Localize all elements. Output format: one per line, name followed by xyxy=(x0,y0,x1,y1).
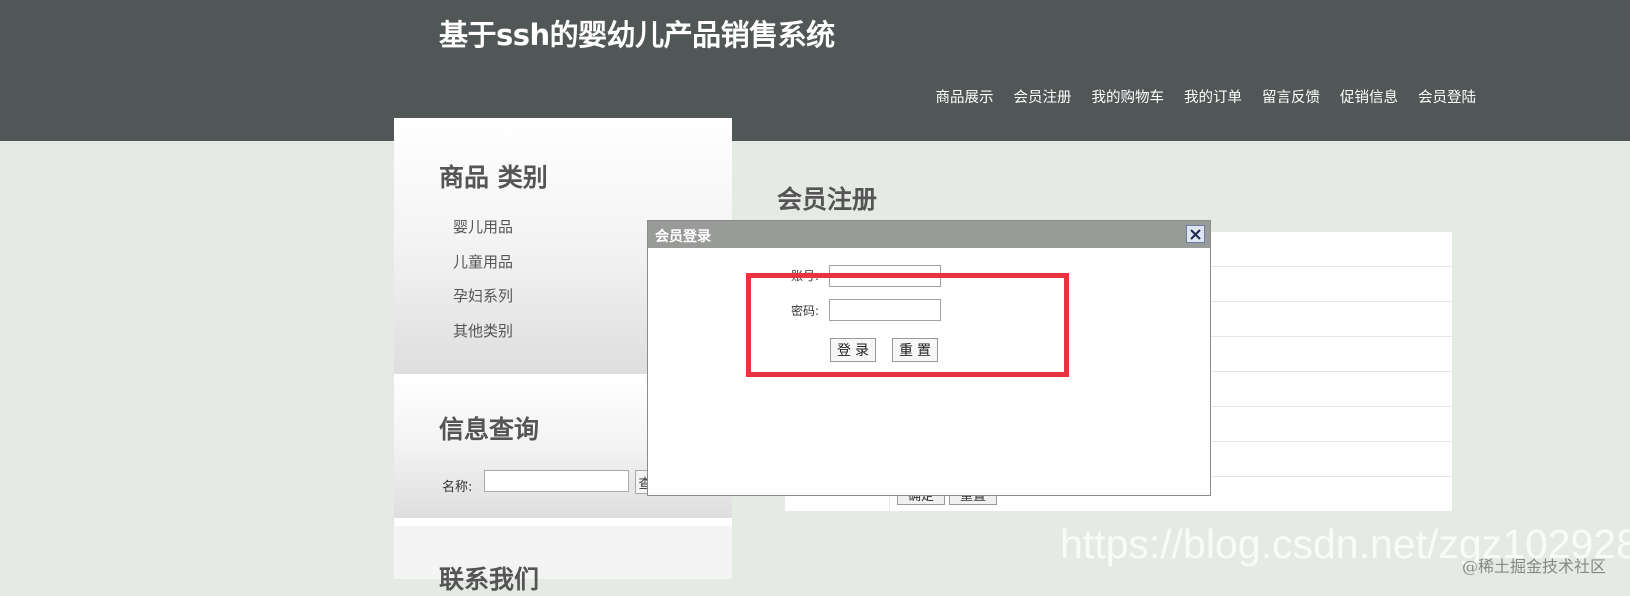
close-icon xyxy=(1190,228,1201,240)
dialog-title: 会员登录 xyxy=(655,229,711,245)
page-title: 会员注册 xyxy=(777,185,878,214)
site-title: 基于ssh的婴幼儿产品销售系统 xyxy=(439,18,835,52)
dialog-titlebar[interactable]: 会员登录 xyxy=(648,221,1210,248)
search-label: 名称: xyxy=(442,480,473,495)
watermark-site: @稀土掘金技术社区 xyxy=(1462,557,1607,576)
category-item-maternity[interactable]: 孕妇系列 xyxy=(453,285,513,306)
main-nav: 商品展示 会员注册 我的购物车 我的订单 留言反馈 促销信息 会员登陆 xyxy=(916,86,1477,107)
nav-item-cart[interactable]: 我的购物车 xyxy=(1092,86,1165,107)
category-title: 商品 类别 xyxy=(439,163,548,192)
contact-title: 联系我们 xyxy=(439,565,540,594)
nav-item-promotions[interactable]: 促销信息 xyxy=(1340,86,1398,107)
search-input[interactable] xyxy=(484,470,629,492)
category-item-children[interactable]: 儿童用品 xyxy=(453,251,513,272)
category-item-other[interactable]: 其他类别 xyxy=(453,320,513,341)
nav-item-products[interactable]: 商品展示 xyxy=(936,86,994,107)
contact-panel: 联系我们 xyxy=(394,526,732,594)
highlight-box xyxy=(746,273,1069,377)
nav-item-login[interactable]: 会员登陆 xyxy=(1418,86,1476,107)
nav-item-orders[interactable]: 我的订单 xyxy=(1184,86,1242,107)
close-button[interactable] xyxy=(1186,225,1205,243)
search-title: 信息查询 xyxy=(439,415,540,444)
nav-item-register[interactable]: 会员注册 xyxy=(1014,86,1072,107)
nav-item-feedback[interactable]: 留言反馈 xyxy=(1262,86,1320,107)
category-item-baby[interactable]: 婴儿用品 xyxy=(453,216,513,237)
site-header: 基于ssh的婴幼儿产品销售系统 商品展示 会员注册 我的购物车 我的订单 留言反… xyxy=(0,0,1630,141)
